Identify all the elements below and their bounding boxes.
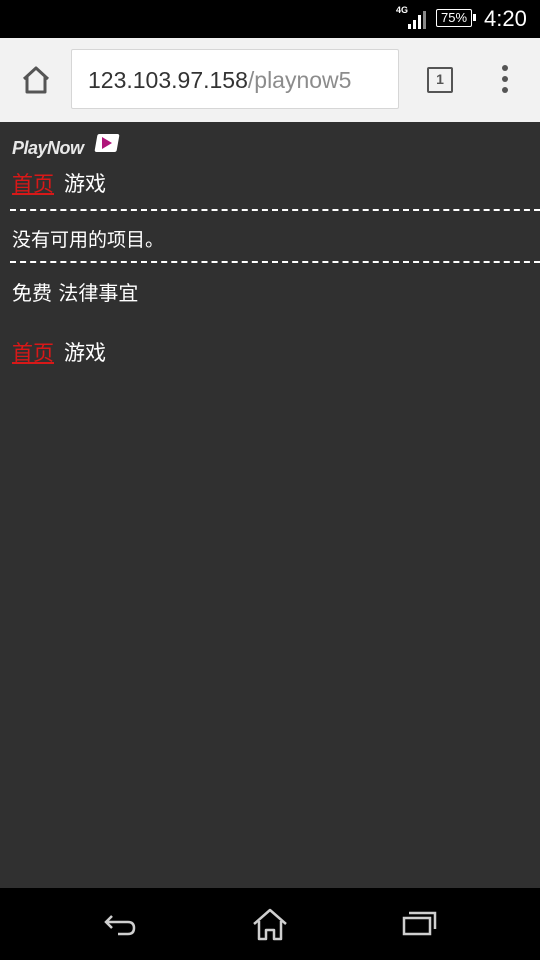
overflow-menu-icon[interactable] bbox=[498, 65, 512, 97]
home-link[interactable]: 首页 bbox=[12, 172, 54, 196]
tab-switcher-button[interactable]: 1 bbox=[427, 67, 453, 93]
system-nav-bar bbox=[0, 888, 540, 960]
home-icon bbox=[22, 66, 50, 94]
browser-toolbar: 123.103.97.158/playnow5 1 bbox=[0, 38, 540, 122]
page-content: PlayNow 首页 游戏 没有可用的项目。 免费 法律事宜 首页 游戏 bbox=[0, 122, 540, 888]
footer-links[interactable]: 免费 法律事宜 bbox=[12, 277, 138, 306]
clock: 4:20 bbox=[484, 6, 527, 31]
home-nav-button[interactable] bbox=[250, 906, 290, 942]
battery-indicator: 75% bbox=[436, 9, 476, 27]
url-text: 123.103.97.158/playnow5 bbox=[88, 67, 351, 94]
nav-top: 首页 游戏 bbox=[12, 168, 106, 198]
status-bar: 4G 75% 4:20 bbox=[0, 0, 540, 38]
back-icon bbox=[104, 915, 136, 936]
play-icon bbox=[102, 137, 112, 149]
home-button[interactable] bbox=[16, 60, 56, 100]
divider bbox=[10, 261, 540, 263]
battery-level: 75% bbox=[440, 10, 468, 25]
url-bar[interactable]: 123.103.97.158/playnow5 bbox=[71, 49, 399, 109]
recents-button[interactable] bbox=[400, 906, 440, 942]
nav-bottom: 首页 游戏 bbox=[12, 337, 106, 367]
signal-icon bbox=[408, 11, 426, 29]
url-path: /playnow5 bbox=[247, 67, 352, 93]
games-label: 游戏 bbox=[64, 172, 106, 196]
games-label: 游戏 bbox=[64, 341, 106, 365]
recents-icon bbox=[402, 911, 437, 936]
back-button[interactable] bbox=[100, 906, 140, 942]
url-host: 123.103.97.158 bbox=[88, 67, 248, 93]
empty-message: 没有可用的项目。 bbox=[12, 229, 165, 251]
divider bbox=[10, 209, 540, 211]
logo-text: PlayNow bbox=[12, 138, 84, 158]
home-link[interactable]: 首页 bbox=[12, 341, 54, 365]
home-icon bbox=[253, 908, 287, 941]
